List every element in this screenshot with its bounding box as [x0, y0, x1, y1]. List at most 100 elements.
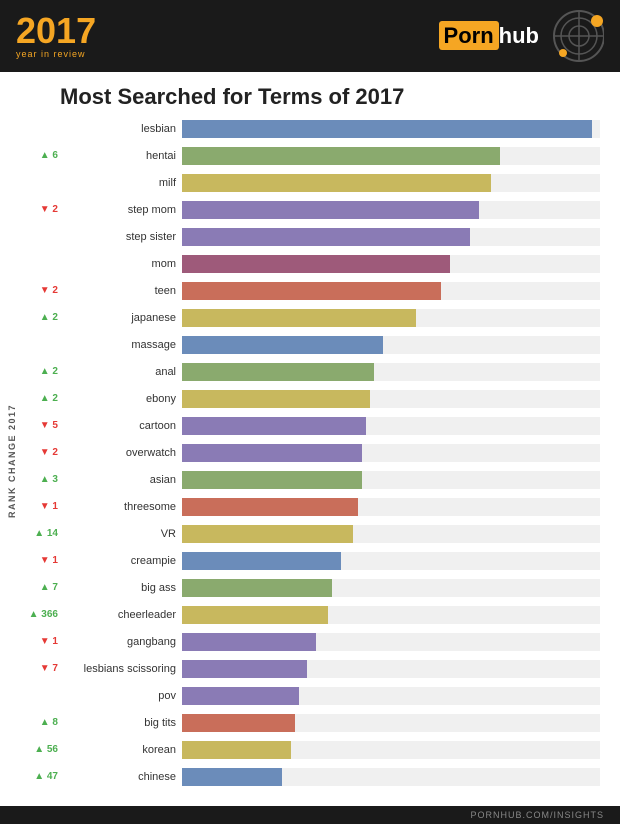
- bar-fill: [182, 525, 353, 543]
- deco-circles: [549, 9, 604, 64]
- bar-fill: [182, 741, 291, 759]
- bar-container: [182, 471, 600, 489]
- rank-change: ▲ 366: [20, 609, 62, 620]
- logo-right: Pornhub: [439, 9, 604, 64]
- bar-container: [182, 417, 600, 435]
- bar-row: ▲ 366cheerleader: [20, 602, 600, 627]
- bar-fill: [182, 471, 362, 489]
- bar-label: mom: [62, 258, 182, 270]
- bar-fill: [182, 147, 500, 165]
- bar-row: ▼ 2teen: [20, 278, 600, 303]
- bar-container: [182, 444, 600, 462]
- rank-change: ▲ 3: [20, 474, 62, 485]
- bar-fill: [182, 228, 470, 246]
- bar-label: chinese: [62, 771, 182, 783]
- bar-label: anal: [62, 366, 182, 378]
- bar-container: [182, 174, 600, 192]
- bar-container: [182, 201, 600, 219]
- footer-url: PORNHUB.COM/INSIGHTS: [470, 810, 604, 820]
- bar-label: pov: [62, 690, 182, 702]
- bar-row: ▼ 1gangbang: [20, 629, 600, 654]
- bar-container: [182, 228, 600, 246]
- bar-row: ▲ 2japanese: [20, 305, 600, 330]
- year-sub: year in review: [16, 49, 86, 59]
- year-number: 2017: [16, 13, 96, 49]
- chart-content: lesbian▲ 6hentaimilf▼ 2step momstep sist…: [20, 116, 600, 806]
- rank-change: ▲ 2: [20, 312, 62, 323]
- bar-fill: [182, 606, 328, 624]
- bar-row: step sister: [20, 224, 600, 249]
- bar-label: gangbang: [62, 636, 182, 648]
- bar-row: ▲ 47chinese: [20, 764, 600, 789]
- bar-row: milf: [20, 170, 600, 195]
- bar-row: lesbian: [20, 116, 600, 141]
- bar-label: threesome: [62, 501, 182, 513]
- bar-label: teen: [62, 285, 182, 297]
- bar-row: ▲ 8big tits: [20, 710, 600, 735]
- bar-container: [182, 552, 600, 570]
- bar-row: ▼ 1creampie: [20, 548, 600, 573]
- bar-label: cheerleader: [62, 609, 182, 621]
- bar-container: [182, 336, 600, 354]
- bar-fill: [182, 309, 416, 327]
- bar-container: [182, 714, 600, 732]
- bar-fill: [182, 255, 450, 273]
- bar-row: mom: [20, 251, 600, 276]
- bar-row: ▲ 2anal: [20, 359, 600, 384]
- bar-container: [182, 255, 600, 273]
- bar-row: pov: [20, 683, 600, 708]
- bar-label: step mom: [62, 204, 182, 216]
- bar-fill: [182, 768, 282, 786]
- bar-label: massage: [62, 339, 182, 351]
- bar-label: overwatch: [62, 447, 182, 459]
- rank-change: ▼ 2: [20, 447, 62, 458]
- bar-label: lesbians scissoring: [62, 663, 182, 675]
- bar-label: japanese: [62, 312, 182, 324]
- bar-container: [182, 768, 600, 786]
- bar-container: [182, 498, 600, 516]
- bar-label: big tits: [62, 717, 182, 729]
- bar-row: ▲ 2ebony: [20, 386, 600, 411]
- bar-fill: [182, 417, 366, 435]
- bar-label: step sister: [62, 231, 182, 243]
- bar-container: [182, 579, 600, 597]
- rank-change: ▼ 5: [20, 420, 62, 431]
- bar-container: [182, 687, 600, 705]
- bar-container: [182, 282, 600, 300]
- bar-fill: [182, 687, 299, 705]
- bar-fill: [182, 282, 441, 300]
- year-logo: 2017 year in review: [16, 13, 96, 59]
- bar-container: [182, 309, 600, 327]
- chart-title: Most Searched for Terms of 2017: [0, 72, 620, 116]
- bar-row: ▲ 3asian: [20, 467, 600, 492]
- bar-label: big ass: [62, 582, 182, 594]
- bar-container: [182, 741, 600, 759]
- rank-change: ▲ 6: [20, 150, 62, 161]
- bar-row: ▲ 6hentai: [20, 143, 600, 168]
- footer: PORNHUB.COM/INSIGHTS: [0, 806, 620, 824]
- bar-row: ▼ 2overwatch: [20, 440, 600, 465]
- bar-container: [182, 633, 600, 651]
- bar-fill: [182, 201, 479, 219]
- bar-fill: [182, 120, 592, 138]
- bar-row: ▼ 7lesbians scissoring: [20, 656, 600, 681]
- bar-fill: [182, 363, 374, 381]
- header: 2017 year in review Pornhub: [0, 0, 620, 72]
- rank-change: ▼ 7: [20, 663, 62, 674]
- bar-container: [182, 606, 600, 624]
- bar-row: ▼ 2step mom: [20, 197, 600, 222]
- bar-fill: [182, 660, 307, 678]
- bar-container: [182, 390, 600, 408]
- rank-change: ▲ 14: [20, 528, 62, 539]
- bar-row: massage: [20, 332, 600, 357]
- bar-fill: [182, 336, 383, 354]
- bar-fill: [182, 633, 316, 651]
- y-axis-label: RANK CHANGE 2017: [4, 116, 20, 806]
- bar-fill: [182, 390, 370, 408]
- bar-label: VR: [62, 528, 182, 540]
- bar-label: lesbian: [62, 123, 182, 135]
- rank-change: ▲ 2: [20, 393, 62, 404]
- bar-fill: [182, 444, 362, 462]
- rank-change: ▼ 2: [20, 204, 62, 215]
- bar-container: [182, 525, 600, 543]
